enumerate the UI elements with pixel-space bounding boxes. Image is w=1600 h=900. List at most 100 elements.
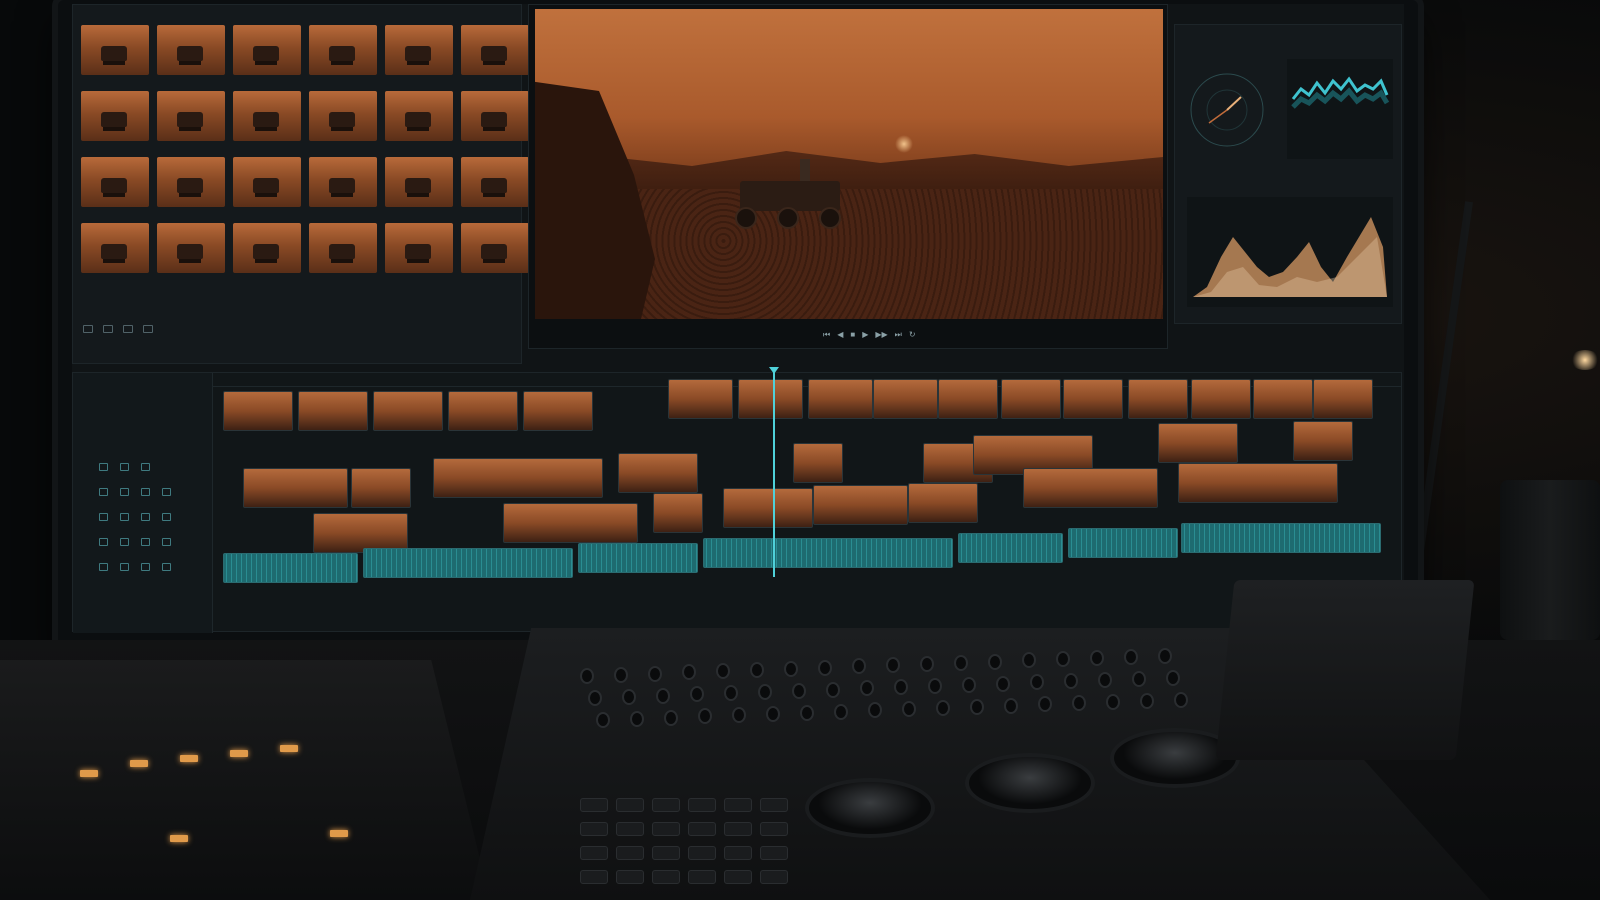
amber-led-button[interactable] [280,745,298,752]
audio-clip[interactable] [1068,528,1178,558]
video-clip[interactable] [1313,379,1373,419]
audio-clip[interactable] [578,543,698,573]
control-knob[interactable] [860,680,874,697]
control-knob[interactable] [758,684,772,700]
keypad-key[interactable] [760,870,788,884]
amber-led-button[interactable] [180,755,198,762]
track-header-a1[interactable] [99,538,171,546]
control-knob[interactable] [962,676,976,693]
control-knob[interactable] [936,700,950,716]
video-clip[interactable] [1178,463,1338,503]
control-knob[interactable] [834,703,848,720]
step-forward-icon[interactable]: ▶▶ [875,330,887,340]
control-knob[interactable] [1022,652,1036,669]
control-knob[interactable] [1072,695,1086,712]
video-clip[interactable] [433,458,603,498]
keypad-key[interactable] [760,846,788,860]
control-knob[interactable] [996,675,1010,692]
control-knob[interactable] [800,704,814,721]
link-icon[interactable] [141,513,150,521]
control-knob[interactable] [1038,696,1052,713]
control-knob[interactable] [698,708,712,725]
keypad-key[interactable] [652,822,680,836]
media-thumbnail[interactable] [461,91,529,141]
viewer-frame-mars-rover[interactable] [535,9,1163,319]
control-knob[interactable] [902,701,916,718]
media-thumbnail[interactable] [233,91,301,141]
video-clip[interactable] [738,379,803,419]
control-knob[interactable] [970,698,984,715]
playhead[interactable] [769,367,779,577]
track-header-a2[interactable] [99,563,171,571]
keypad-key[interactable] [580,798,608,812]
keypad-key[interactable] [652,870,680,884]
keypad-key[interactable] [724,798,752,812]
video-clip[interactable] [668,379,733,419]
control-knob[interactable] [622,688,636,705]
video-clip[interactable] [448,391,518,431]
control-knob[interactable] [792,682,806,699]
media-thumbnail[interactable] [385,157,453,207]
amber-led-button[interactable] [130,760,148,767]
audio-clip[interactable] [363,548,573,578]
video-clip[interactable] [503,503,638,543]
control-knob[interactable] [818,659,832,676]
keypad-key[interactable] [724,870,752,884]
video-clip[interactable] [813,485,908,525]
control-knob[interactable] [1004,697,1018,714]
video-clip[interactable] [938,379,998,419]
track-header-v1[interactable] [99,463,150,471]
speaker-icon[interactable] [162,538,171,546]
keypad-key[interactable] [580,822,608,836]
video-clip[interactable] [793,443,843,483]
link-icon[interactable] [141,488,150,496]
control-knob[interactable] [988,653,1002,670]
video-clip[interactable] [373,391,443,431]
video-clip[interactable] [1001,379,1061,419]
keypad-key[interactable] [688,870,716,884]
grid-view-icon[interactable] [103,325,113,333]
lock-icon[interactable] [120,463,129,471]
keypad-key[interactable] [688,846,716,860]
keypad-key[interactable] [652,846,680,860]
keypad-key[interactable] [616,822,644,836]
sort-icon[interactable] [123,325,133,333]
amber-led-button[interactable] [230,750,248,757]
audio-clip[interactable] [1181,523,1381,553]
media-thumbnail[interactable] [461,223,529,273]
media-thumbnail[interactable] [157,91,225,141]
keypad-key[interactable] [760,798,788,812]
media-thumbnail[interactable] [233,25,301,75]
media-thumbnail[interactable] [309,157,377,207]
video-clip[interactable] [1293,421,1353,461]
control-knob[interactable] [766,706,780,722]
audio-clip[interactable] [958,533,1063,563]
video-clip[interactable] [618,453,698,493]
control-knob[interactable] [868,702,882,719]
video-clip[interactable] [1023,468,1158,508]
media-thumbnail[interactable] [461,25,529,75]
keypad-key[interactable] [580,870,608,884]
skip-back-icon[interactable]: ⏮ [823,330,830,340]
video-clip[interactable] [351,468,411,508]
control-knob[interactable] [826,681,840,698]
video-clip[interactable] [908,483,978,523]
media-thumbnail[interactable] [81,25,149,75]
control-knob[interactable] [724,685,738,702]
control-knob[interactable] [664,709,678,726]
video-clip[interactable] [1253,379,1313,419]
control-knob[interactable] [656,687,670,704]
control-knob[interactable] [784,660,798,677]
loop-icon[interactable]: ↻ [909,330,916,340]
keypad-key[interactable] [724,846,752,860]
control-knob[interactable] [630,710,644,727]
keypad-key[interactable] [616,798,644,812]
keypad-key[interactable] [580,846,608,860]
speaker-icon[interactable] [162,563,171,571]
control-knob[interactable] [1090,650,1104,666]
control-knob[interactable] [716,663,730,680]
amber-led-button[interactable] [170,835,188,842]
media-thumbnail[interactable] [81,91,149,141]
control-knob[interactable] [580,668,594,684]
control-knob[interactable] [1106,694,1120,710]
